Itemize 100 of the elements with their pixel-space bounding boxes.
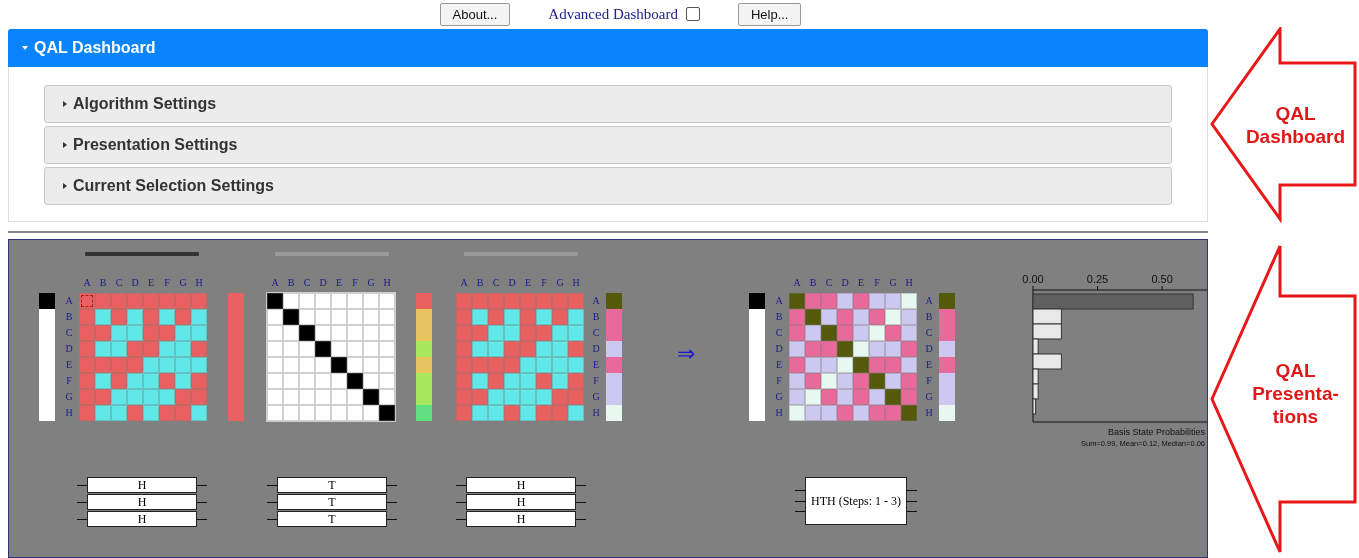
- matrix-cell[interactable]: [363, 341, 379, 358]
- matrix-cell[interactable]: [95, 373, 111, 390]
- matrix-cell[interactable]: [315, 293, 331, 310]
- matrix-cell[interactable]: [885, 341, 901, 358]
- matrix-cell[interactable]: [127, 293, 143, 310]
- matrix-cell[interactable]: [299, 389, 315, 406]
- matrix-cell[interactable]: [885, 357, 901, 374]
- matrix-cell[interactable]: [283, 389, 299, 406]
- matrix-cell[interactable]: [456, 373, 472, 390]
- matrix-cell[interactable]: [111, 373, 127, 390]
- matrix-cell[interactable]: [175, 405, 191, 422]
- gate-box[interactable]: T: [277, 477, 387, 494]
- matrix-cell[interactable]: [283, 325, 299, 342]
- matrix-cell[interactable]: [472, 373, 488, 390]
- matrix-cell[interactable]: [299, 309, 315, 326]
- matrix-cell[interactable]: [191, 293, 207, 310]
- matrix-cell[interactable]: [456, 325, 472, 342]
- matrix-cell[interactable]: [363, 389, 379, 406]
- matrix-cell[interactable]: [363, 357, 379, 374]
- matrix-cell[interactable]: [885, 389, 901, 406]
- matrix-cell[interactable]: [79, 389, 95, 406]
- matrix-cell[interactable]: [95, 309, 111, 326]
- matrix-cell[interactable]: [901, 309, 917, 326]
- matrix-cell[interactable]: [488, 293, 504, 310]
- matrix-cell[interactable]: [837, 373, 853, 390]
- matrix-cell[interactable]: [111, 341, 127, 358]
- matrix-cell[interactable]: [267, 293, 283, 310]
- matrix-cell[interactable]: [504, 357, 520, 374]
- matrix-cell[interactable]: [159, 325, 175, 342]
- matrix-cell[interactable]: [363, 325, 379, 342]
- matrix-cell[interactable]: [159, 405, 175, 422]
- matrix-cell[interactable]: [520, 373, 536, 390]
- matrix-cell[interactable]: [568, 405, 584, 422]
- matrix-cell[interactable]: [347, 293, 363, 310]
- matrix-cell[interactable]: [536, 309, 552, 326]
- matrix-cell[interactable]: [901, 373, 917, 390]
- matrix-cell[interactable]: [379, 373, 395, 390]
- matrix-cell[interactable]: [536, 325, 552, 342]
- matrix-cell[interactable]: [267, 325, 283, 342]
- matrix-cell[interactable]: [379, 309, 395, 326]
- matrix-cell[interactable]: [127, 373, 143, 390]
- matrix-cell[interactable]: [568, 389, 584, 406]
- matrix-cell[interactable]: [143, 357, 159, 374]
- matrix-cell[interactable]: [536, 341, 552, 358]
- matrix-cell[interactable]: [95, 293, 111, 310]
- matrix-cell[interactable]: [143, 405, 159, 422]
- matrix-cell[interactable]: [379, 341, 395, 358]
- matrix-cell[interactable]: [379, 325, 395, 342]
- matrix-cell[interactable]: [315, 309, 331, 326]
- matrix-cell[interactable]: [175, 293, 191, 310]
- matrix-cell[interactable]: [127, 309, 143, 326]
- matrix-cell[interactable]: [901, 405, 917, 422]
- matrix-cell[interactable]: [552, 357, 568, 374]
- matrix-cell[interactable]: [315, 373, 331, 390]
- matrix-cell[interactable]: [379, 405, 395, 422]
- matrix-cell[interactable]: [885, 325, 901, 342]
- matrix-cell[interactable]: [456, 357, 472, 374]
- matrix-cell[interactable]: [111, 389, 127, 406]
- matrix-cell[interactable]: [568, 293, 584, 310]
- matrix-cell[interactable]: [143, 389, 159, 406]
- matrix-cell[interactable]: [79, 309, 95, 326]
- matrix-cell[interactable]: [363, 405, 379, 422]
- matrix-cell[interactable]: [191, 405, 207, 422]
- matrix-cell[interactable]: [552, 325, 568, 342]
- matrix-cell[interactable]: [472, 293, 488, 310]
- matrix-cell[interactable]: [283, 341, 299, 358]
- matrix-cell[interactable]: [853, 293, 869, 310]
- matrix-cell[interactable]: [472, 357, 488, 374]
- matrix-cell[interactable]: [347, 389, 363, 406]
- matrix-cell[interactable]: [821, 389, 837, 406]
- matrix-cell[interactable]: [111, 293, 127, 310]
- matrix-cell[interactable]: [488, 405, 504, 422]
- matrix-cell[interactable]: [472, 405, 488, 422]
- matrix-cell[interactable]: [379, 389, 395, 406]
- matrix-cell[interactable]: [363, 293, 379, 310]
- matrix-cell[interactable]: [191, 357, 207, 374]
- matrix-cell[interactable]: [805, 357, 821, 374]
- gate-box[interactable]: T: [277, 494, 387, 511]
- matrix-cell[interactable]: [347, 373, 363, 390]
- matrix-cell[interactable]: [885, 405, 901, 422]
- matrix-cell[interactable]: [79, 373, 95, 390]
- matrix-cell[interactable]: [901, 325, 917, 342]
- matrix-cell[interactable]: [536, 357, 552, 374]
- matrix-cell[interactable]: [837, 309, 853, 326]
- matrix-cell[interactable]: [283, 293, 299, 310]
- matrix-cell[interactable]: [347, 405, 363, 422]
- settings-section[interactable]: Current Selection Settings: [44, 167, 1172, 206]
- matrix-cell[interactable]: [331, 325, 347, 342]
- matrix-cell[interactable]: [299, 341, 315, 358]
- matrix-cell[interactable]: [331, 293, 347, 310]
- matrix-cell[interactable]: [111, 309, 127, 326]
- matrix-cell[interactable]: [552, 373, 568, 390]
- matrix-cell[interactable]: [267, 357, 283, 374]
- matrix-cell[interactable]: [789, 405, 805, 422]
- matrix-cell[interactable]: [821, 357, 837, 374]
- matrix-cell[interactable]: [488, 389, 504, 406]
- matrix-cell[interactable]: [191, 309, 207, 326]
- matrix-cell[interactable]: [901, 341, 917, 358]
- matrix-cell[interactable]: [853, 325, 869, 342]
- settings-section[interactable]: Algorithm Settings: [44, 85, 1172, 124]
